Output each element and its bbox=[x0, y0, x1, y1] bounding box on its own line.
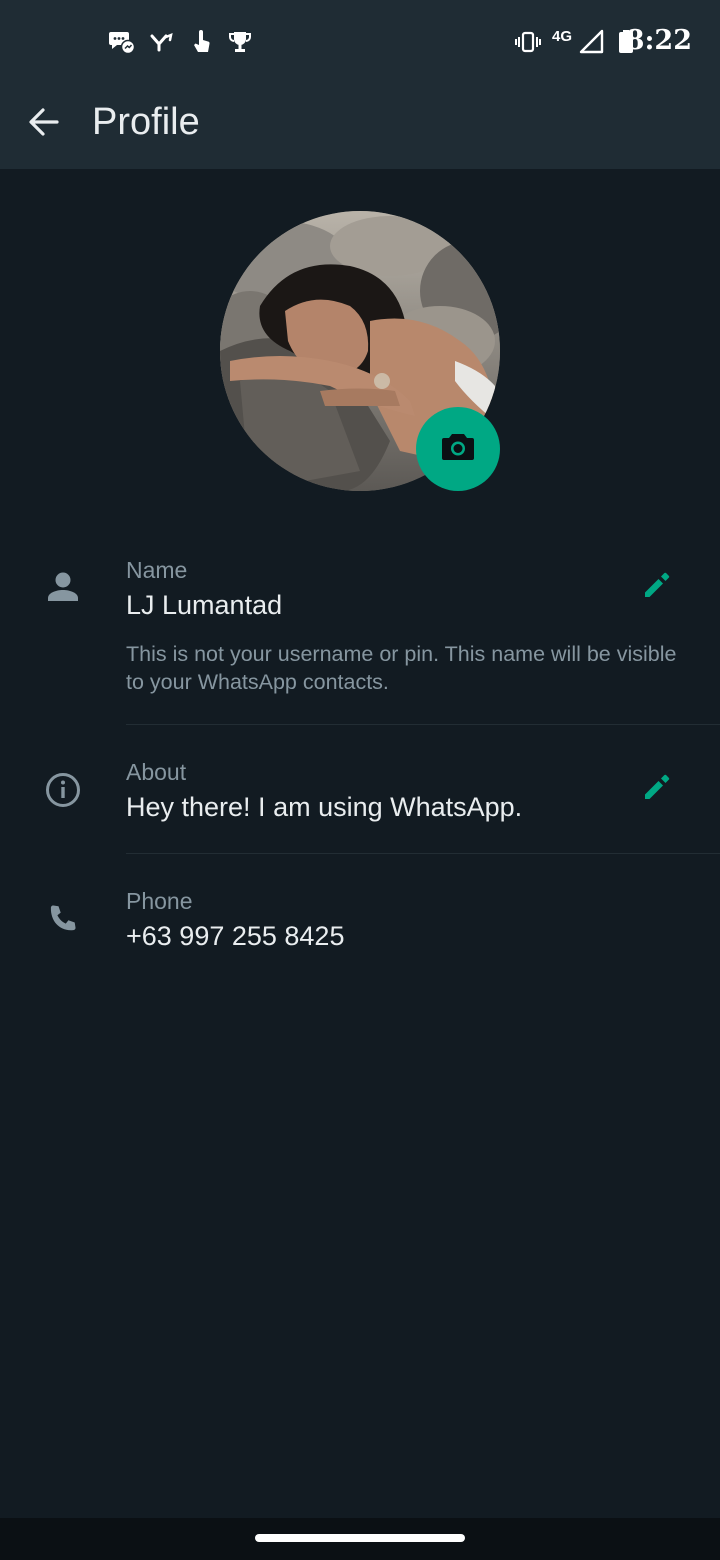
signal-icon bbox=[578, 28, 606, 56]
divider bbox=[126, 724, 720, 725]
tap-hand-icon bbox=[188, 28, 216, 56]
messenger-icon bbox=[108, 28, 136, 56]
app-y-icon bbox=[148, 28, 176, 56]
camera-icon bbox=[441, 432, 475, 467]
info-icon bbox=[40, 767, 86, 813]
arrow-left-icon bbox=[27, 105, 61, 144]
trophy-icon bbox=[226, 28, 254, 56]
phone-icon bbox=[40, 896, 86, 942]
back-button[interactable] bbox=[22, 102, 66, 146]
navigation-bar bbox=[0, 1518, 720, 1560]
app-bar: Profile bbox=[0, 80, 720, 169]
home-indicator[interactable] bbox=[255, 1534, 465, 1542]
person-icon bbox=[40, 564, 86, 610]
about-value[interactable]: Hey there! I am using WhatsApp. bbox=[126, 790, 522, 824]
edit-name-button[interactable] bbox=[636, 566, 678, 608]
phone-value: +63 997 255 8425 bbox=[126, 921, 345, 951]
status-bar: 4G 8:22 bbox=[0, 0, 720, 80]
change-photo-button[interactable] bbox=[416, 407, 500, 491]
name-value[interactable]: LJ Lumantad bbox=[126, 588, 282, 622]
name-label: Name bbox=[126, 557, 188, 583]
pencil-icon bbox=[642, 570, 672, 605]
page-title: Profile bbox=[92, 101, 200, 143]
name-hint: This is not your username or pin. This n… bbox=[126, 642, 677, 694]
clock: 8:22 bbox=[625, 25, 692, 56]
edit-about-button[interactable] bbox=[636, 768, 678, 810]
pencil-icon bbox=[642, 772, 672, 807]
about-label: About bbox=[126, 759, 187, 785]
divider bbox=[126, 853, 720, 854]
phone-label: Phone bbox=[126, 888, 193, 914]
network-type: 4G bbox=[552, 28, 573, 45]
vibrate-icon bbox=[514, 28, 542, 56]
profile-screen: 4G 8:22 Profile Name LJ Lumantad This is… bbox=[0, 0, 720, 1560]
